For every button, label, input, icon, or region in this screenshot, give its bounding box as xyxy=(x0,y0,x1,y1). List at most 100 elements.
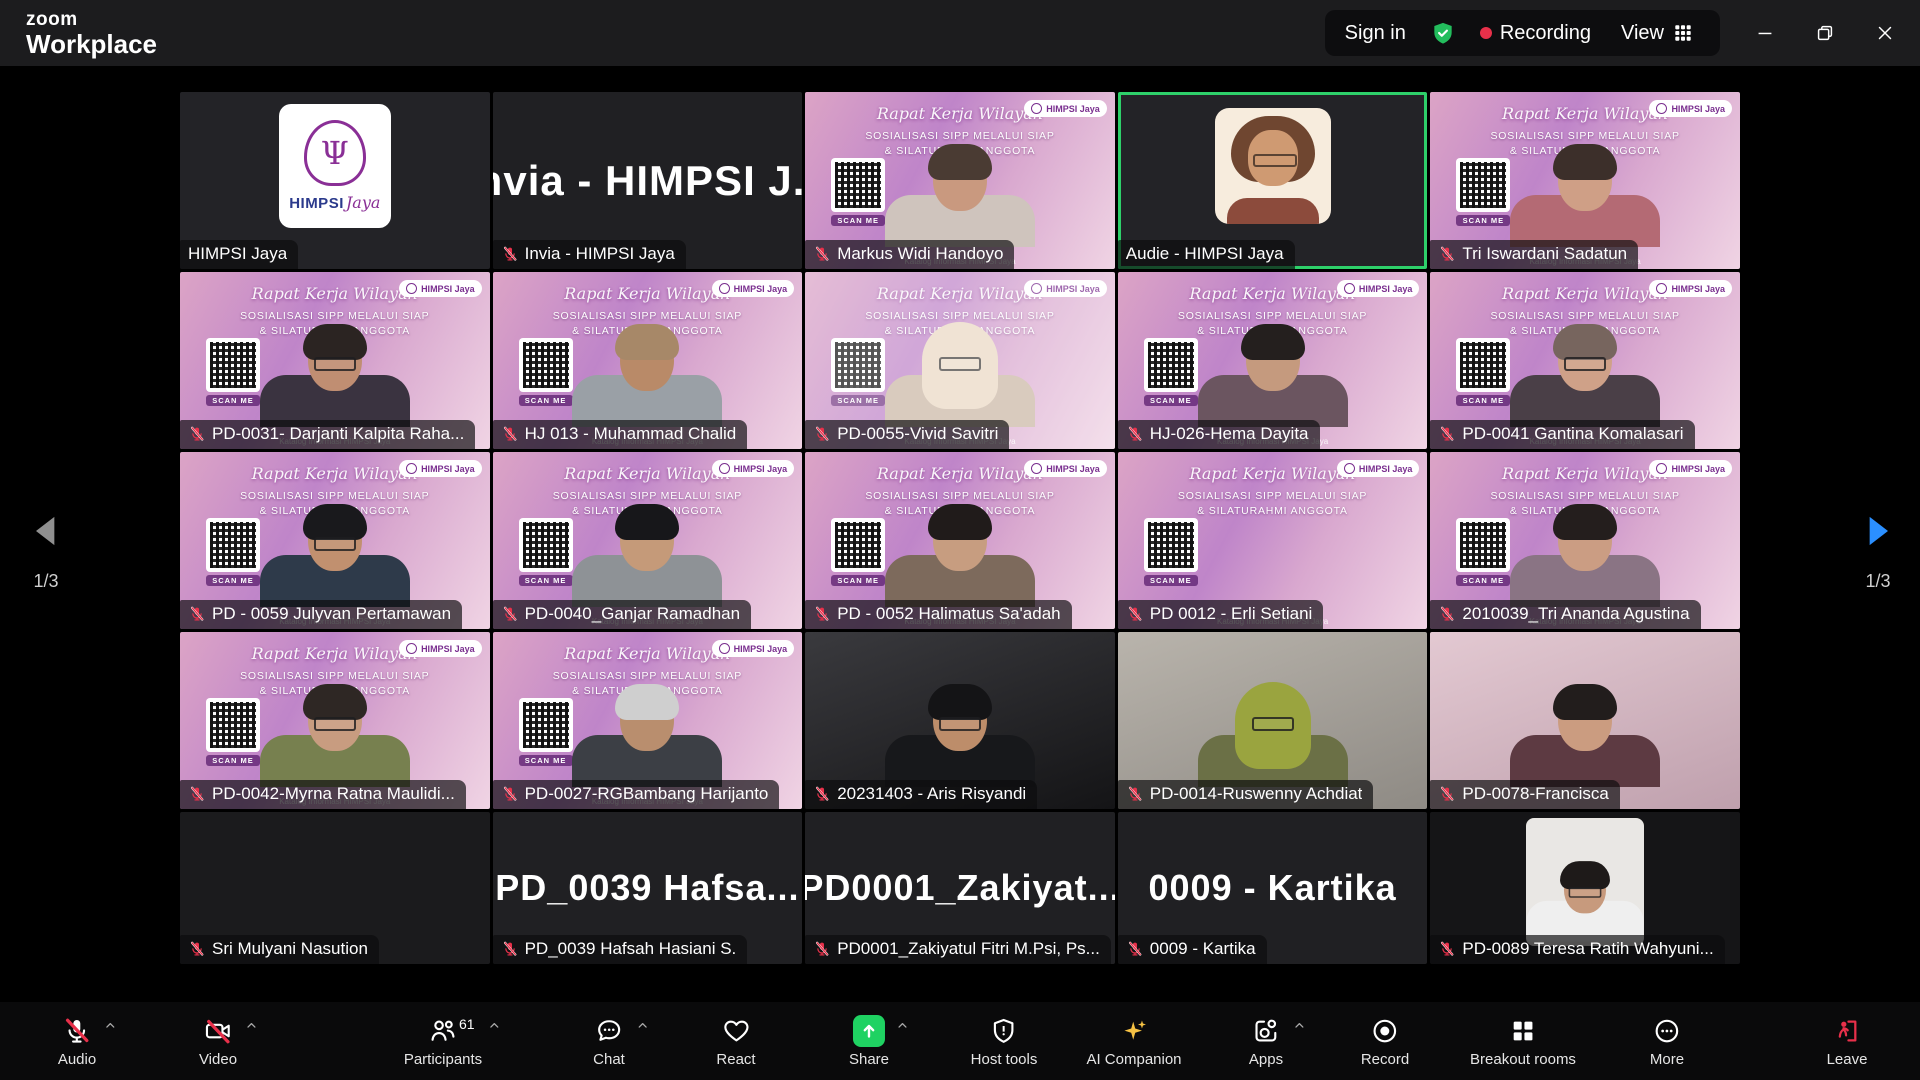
poster-line1: SOSIALISASI SIPP MELALUI SIAP xyxy=(1118,310,1428,322)
himpsi-jaya-badge: HIMPSI Jaya xyxy=(1337,460,1420,477)
participant-nameplate: PD-0078-Francisca xyxy=(1430,780,1619,809)
participant-name: Markus Widi Handoyo xyxy=(837,244,1003,264)
video-tile[interactable]: 20231403 - Aris Risyandi xyxy=(805,632,1115,809)
qr-box xyxy=(519,338,573,392)
chevron-up-icon[interactable] xyxy=(103,1018,118,1038)
view-button[interactable]: View xyxy=(1615,21,1700,46)
qr-code: SCAN ME xyxy=(1144,338,1198,406)
participant-nameplate: HJ-026-Hema Dayita xyxy=(1118,420,1320,449)
gallery-row: Rapat Kerja WilayahSOSIALISASI SIPP MELA… xyxy=(180,632,1740,809)
shield-check-icon[interactable] xyxy=(1430,20,1456,46)
video-tile[interactable]: PD-0014-Ruswenny Achdiat xyxy=(1118,632,1428,809)
glasses xyxy=(1252,717,1294,731)
video-tile[interactable]: Invia - HIMPSI J...Invia - HIMPSI Jaya xyxy=(493,92,803,269)
toolbar-share-button[interactable]: Share xyxy=(843,1002,895,1080)
scan-me-label: SCAN ME xyxy=(206,755,260,766)
toolbar-react-label: React xyxy=(716,1051,755,1068)
himpsi-jaya-badge: HIMPSI Jaya xyxy=(712,460,795,477)
muted-mic-icon xyxy=(501,605,519,623)
video-tile[interactable]: Sri Mulyani Nasution xyxy=(180,812,490,964)
titlebar-right: Sign in Recording View xyxy=(1325,10,1906,56)
toolbar-more-button[interactable]: More xyxy=(1644,1002,1690,1080)
participant-name: PD-0078-Francisca xyxy=(1462,784,1608,804)
chevron-up-icon[interactable] xyxy=(635,1018,650,1038)
toolbar-host-tools-button[interactable]: Host tools xyxy=(965,1002,1044,1080)
video-tile[interactable]: Rapat Kerja WilayahSOSIALISASI SIPP MELA… xyxy=(180,452,490,629)
person-head xyxy=(1558,511,1612,571)
poster-line1: SOSIALISASI SIPP MELALUI SIAP xyxy=(805,310,1115,322)
restore-button[interactable] xyxy=(1810,18,1840,48)
participant-name: PD-0041 Gantina Komalasari xyxy=(1462,424,1683,444)
toolbar-ai-companion-button[interactable]: AI Companion xyxy=(1080,1002,1187,1080)
minimize-button[interactable] xyxy=(1750,18,1780,48)
page-indicator-right: 1/3 xyxy=(1858,571,1898,592)
logo-script-text: Jaya xyxy=(346,193,381,212)
mic-muted-icon xyxy=(62,1015,92,1047)
video-tile[interactable]: Rapat Kerja WilayahSOSIALISASI SIPP MELA… xyxy=(180,272,490,449)
video-tile[interactable]: PD-0089 Teresa Ratih Wahyuni... xyxy=(1430,812,1740,964)
toolbar-participants-label: Participants xyxy=(404,1051,482,1068)
video-tile[interactable]: Rapat Kerja WilayahSOSIALISASI SIPP MELA… xyxy=(493,272,803,449)
person-head xyxy=(933,151,987,211)
video-tile[interactable]: Rapat Kerja WilayahSOSIALISASI SIPP MELA… xyxy=(805,92,1115,269)
qr-pattern-icon xyxy=(1460,342,1506,388)
scan-me-label: SCAN ME xyxy=(519,755,573,766)
close-button[interactable] xyxy=(1870,18,1900,48)
chevron-up-icon[interactable] xyxy=(244,1018,259,1038)
prev-page-arrow-icon[interactable] xyxy=(26,508,66,557)
qr-code: SCAN ME xyxy=(519,338,573,406)
muted-mic-icon xyxy=(1438,940,1456,958)
poster-line1: SOSIALISASI SIPP MELALUI SIAP xyxy=(493,310,803,322)
video-tile[interactable]: Audie - HIMPSI Jaya xyxy=(1118,92,1428,269)
toolbar-participants-button[interactable]: Participants61 xyxy=(398,1002,488,1080)
video-tile[interactable]: Rapat Kerja WilayahSOSIALISASI SIPP MELA… xyxy=(1430,452,1740,629)
toolbar-chat-button[interactable]: Chat xyxy=(587,1002,631,1080)
qr-pattern-icon xyxy=(523,342,569,388)
himpsi-jaya-badge: HIMPSI Jaya xyxy=(1024,100,1107,117)
video-tile[interactable]: PD0001_Zakiyat...PD0001_Zakiyatul Fitri … xyxy=(805,812,1115,964)
video-tile[interactable]: Rapat Kerja WilayahSOSIALISASI SIPP MELA… xyxy=(1430,272,1740,449)
gallery-row: ΨHIMPSIJayaHIMPSI JayaInvia - HIMPSI J..… xyxy=(180,92,1740,269)
chevron-up-icon[interactable] xyxy=(487,1018,502,1038)
video-tile[interactable]: Rapat Kerja WilayahSOSIALISASI SIPP MELA… xyxy=(493,632,803,809)
toolbar-record-button[interactable]: Record xyxy=(1355,1002,1415,1080)
video-tile[interactable]: Rapat Kerja WilayahSOSIALISASI SIPP MELA… xyxy=(1118,272,1428,449)
qr-pattern-icon xyxy=(1148,342,1194,388)
hair xyxy=(303,504,367,540)
sign-in-button[interactable]: Sign in xyxy=(1345,22,1406,45)
toolbar-audio-button[interactable]: Audio xyxy=(52,1002,102,1080)
toolbar-leave-button[interactable]: Leave xyxy=(1821,1002,1874,1080)
himpsi-logo-icon xyxy=(1656,283,1667,294)
himpsi-logo-icon xyxy=(1656,463,1667,474)
himpsi-logo-icon xyxy=(1031,463,1042,474)
video-tile[interactable]: Rapat Kerja WilayahSOSIALISASI SIPP MELA… xyxy=(1430,92,1740,269)
qr-code: SCAN ME xyxy=(1456,338,1510,406)
video-tile[interactable]: Rapat Kerja WilayahSOSIALISASI SIPP MELA… xyxy=(805,272,1115,449)
participant-name: HIMPSI Jaya xyxy=(188,244,287,264)
toolbar-video-button[interactable]: Video xyxy=(193,1002,243,1080)
video-tile[interactable]: 0009 - Kartika0009 - Kartika xyxy=(1118,812,1428,964)
toolbar-breakout-rooms-label: Breakout rooms xyxy=(1470,1051,1576,1068)
chevron-up-icon[interactable] xyxy=(895,1018,910,1038)
poster-line1: SOSIALISASI SIPP MELALUI SIAP xyxy=(805,130,1115,142)
toolbar-breakout-rooms-button[interactable]: Breakout rooms xyxy=(1464,1002,1582,1080)
qr-pattern-icon xyxy=(210,522,256,568)
chevron-up-icon[interactable] xyxy=(1292,1018,1307,1038)
participant-name: 0009 - Kartika xyxy=(1150,939,1256,959)
participant-nameplate: Tri Iswardani Sadatun xyxy=(1430,240,1638,269)
participant-nameplate: PD 0012 - Erli Setiani xyxy=(1118,600,1324,629)
video-tile[interactable]: PD_0039 Hafsa...PD_0039 Hafsah Hasiani S… xyxy=(493,812,803,964)
qr-code: SCAN ME xyxy=(1456,158,1510,226)
next-page-arrow-icon[interactable] xyxy=(1858,508,1898,557)
qr-code: SCAN ME xyxy=(519,518,573,586)
video-tile[interactable]: ΨHIMPSIJayaHIMPSI Jaya xyxy=(180,92,490,269)
toolbar-apps-button[interactable]: Apps xyxy=(1243,1002,1289,1080)
toolbar-react-button[interactable]: React xyxy=(710,1002,761,1080)
video-tile[interactable]: Rapat Kerja WilayahSOSIALISASI SIPP MELA… xyxy=(1118,452,1428,629)
qr-pattern-icon xyxy=(835,342,881,388)
video-tile[interactable]: Rapat Kerja WilayahSOSIALISASI SIPP MELA… xyxy=(805,452,1115,629)
qr-pattern-icon xyxy=(835,522,881,568)
video-tile[interactable]: PD-0078-Francisca xyxy=(1430,632,1740,809)
video-tile[interactable]: Rapat Kerja WilayahSOSIALISASI SIPP MELA… xyxy=(493,452,803,629)
video-tile[interactable]: Rapat Kerja WilayahSOSIALISASI SIPP MELA… xyxy=(180,632,490,809)
